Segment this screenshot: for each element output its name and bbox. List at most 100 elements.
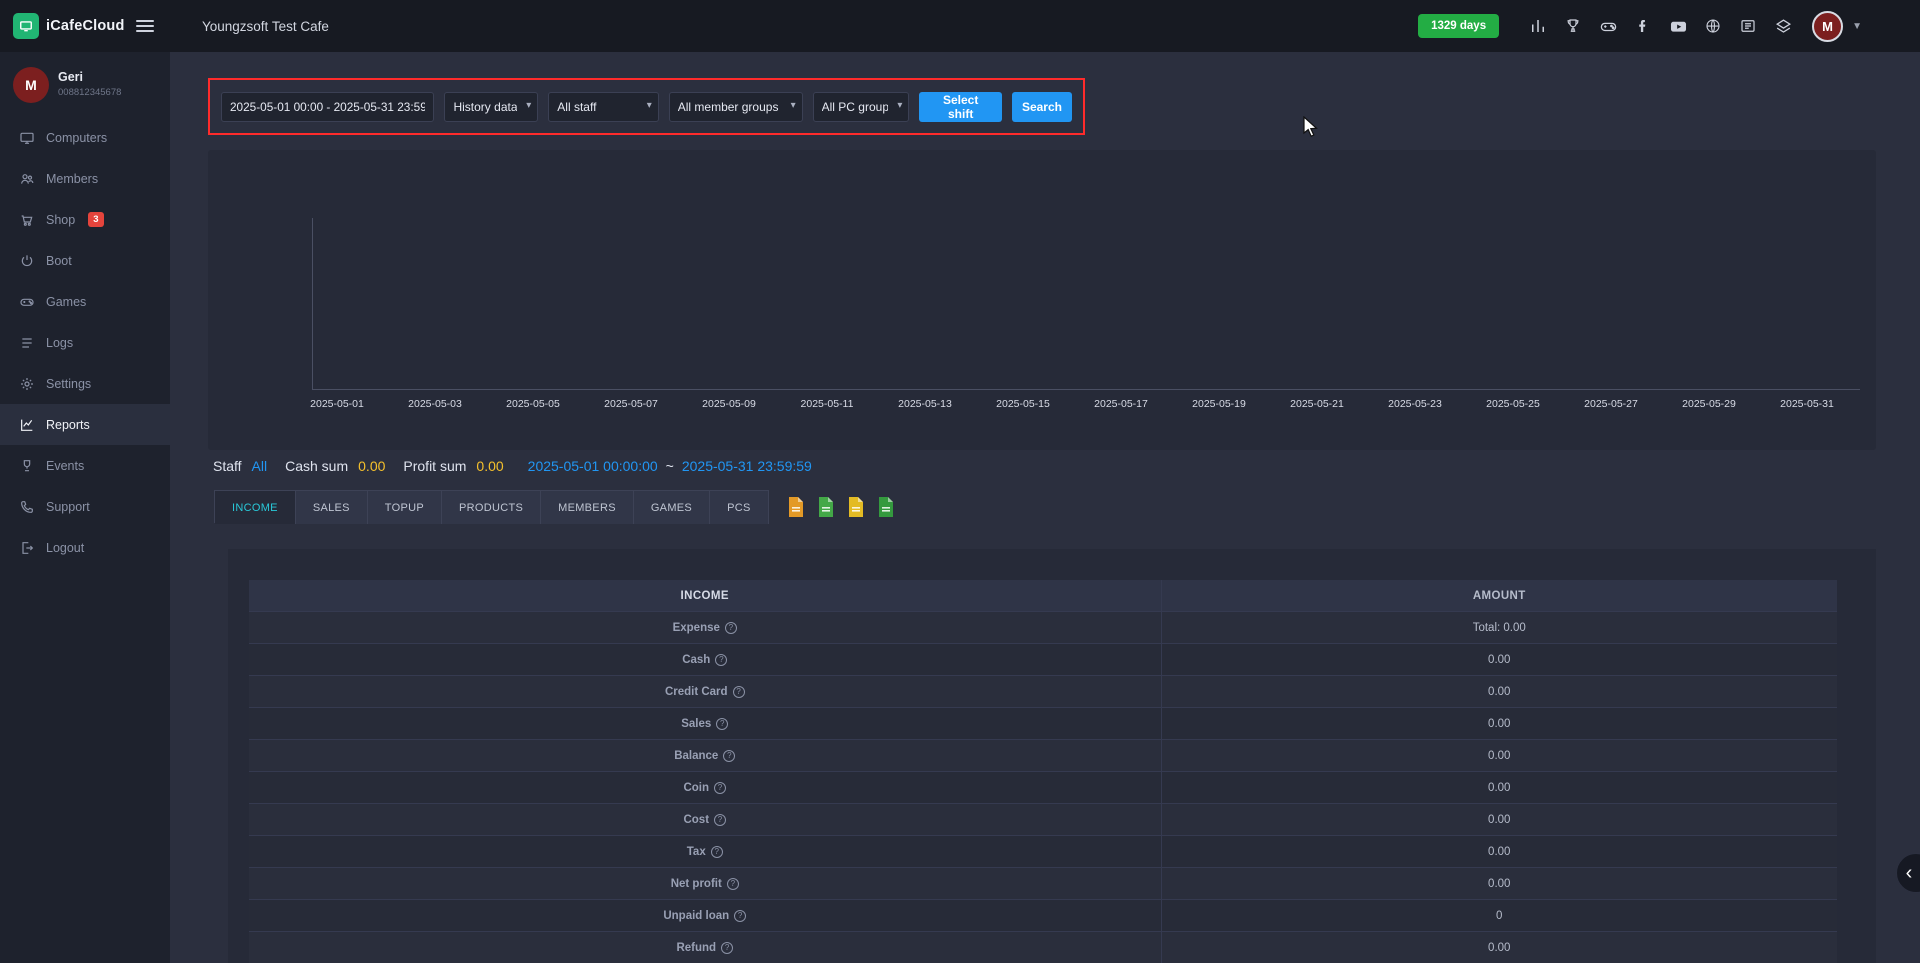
- row-amount: 0.00: [1161, 644, 1838, 675]
- table-row: Tax? 0.00: [249, 836, 1837, 868]
- sidebar-item-label: Reports: [46, 418, 90, 432]
- computers-icon: [19, 130, 35, 146]
- income-table: INCOME AMOUNT Expense? Total: 0.00 Cash?…: [249, 580, 1837, 963]
- sidebar-item-boot[interactable]: Boot: [0, 240, 170, 281]
- date-range-input[interactable]: [221, 92, 434, 122]
- income-chart: 2025-05-01 2025-05-03 2025-05-05 2025-05…: [208, 150, 1876, 450]
- x-axis-label: 2025-05-21: [1268, 398, 1366, 410]
- x-axis-label: 2025-05-05: [484, 398, 582, 410]
- x-axis-label: 2025-05-01: [288, 398, 386, 410]
- layers-icon[interactable]: [1773, 16, 1793, 36]
- export-xls-icon[interactable]: [848, 497, 864, 517]
- sidebar-item-shop[interactable]: Shop 3: [0, 199, 170, 240]
- x-axis-label: 2025-05-09: [680, 398, 778, 410]
- settings-icon: [19, 376, 35, 392]
- chart-y-axis: [312, 218, 313, 389]
- x-axis-label: 2025-05-13: [876, 398, 974, 410]
- info-icon[interactable]: ?: [721, 942, 733, 954]
- sidebar-item-label: Settings: [46, 377, 91, 391]
- sidebar-item-logout[interactable]: Logout: [0, 527, 170, 568]
- x-axis-label: 2025-05-17: [1072, 398, 1170, 410]
- row-amount: 0.00: [1161, 836, 1838, 867]
- collapse-chevron-icon: ‹: [1906, 862, 1913, 885]
- discord-icon[interactable]: [1598, 16, 1618, 36]
- report-tabs-row: INCOME SALES TOPUP PRODUCTS MEMBERS GAME…: [214, 490, 894, 523]
- period-separator: ~: [666, 458, 674, 474]
- info-icon[interactable]: ?: [716, 718, 728, 730]
- youtube-icon[interactable]: [1668, 16, 1688, 36]
- sidebar-item-members[interactable]: Members: [0, 158, 170, 199]
- facebook-icon[interactable]: [1633, 16, 1653, 36]
- sidebar-nav: Computers Members Shop 3 Boot Games Logs…: [0, 117, 170, 568]
- news-icon[interactable]: [1738, 16, 1758, 36]
- tab-income[interactable]: INCOME: [215, 491, 296, 524]
- sidebar-item-events[interactable]: Events: [0, 445, 170, 486]
- sidebar-item-settings[interactable]: Settings: [0, 363, 170, 404]
- info-icon[interactable]: ?: [711, 846, 723, 858]
- sidebar-item-support[interactable]: Support: [0, 486, 170, 527]
- sidebar-item-label: Computers: [46, 131, 107, 145]
- export-pdf-icon[interactable]: [788, 497, 804, 517]
- tab-games[interactable]: GAMES: [634, 491, 710, 524]
- info-icon[interactable]: ?: [725, 622, 737, 634]
- sidebar-item-reports[interactable]: Reports: [0, 404, 170, 445]
- table-row: Expense? Total: 0.00: [249, 612, 1837, 644]
- sidebar-item-label: Events: [46, 459, 84, 473]
- row-amount: 0.00: [1161, 708, 1838, 739]
- pc-groups-select[interactable]: All PC groups: [813, 92, 910, 122]
- cafe-name: Youngzsoft Test Cafe: [202, 19, 329, 34]
- select-shift-button[interactable]: Select shift: [919, 92, 1002, 122]
- tab-members[interactable]: MEMBERS: [541, 491, 634, 524]
- app-logo[interactable]: iCafeCloud: [13, 13, 125, 39]
- info-icon[interactable]: ?: [733, 686, 745, 698]
- x-axis-label: 2025-05-19: [1170, 398, 1268, 410]
- tab-pcs[interactable]: PCS: [710, 491, 769, 524]
- staff-select[interactable]: All staff: [548, 92, 658, 122]
- income-table-panel: INCOME AMOUNT Expense? Total: 0.00 Cash?…: [228, 549, 1876, 963]
- row-label: Unpaid loan: [663, 910, 729, 922]
- sidebar-item-logs[interactable]: Logs: [0, 322, 170, 363]
- info-icon[interactable]: ?: [714, 814, 726, 826]
- data-type-select[interactable]: History data: [444, 92, 538, 122]
- sidebar-item-computers[interactable]: Computers: [0, 117, 170, 158]
- table-row: Cash? 0.00: [249, 644, 1837, 676]
- member-groups-select[interactable]: All member groups: [669, 92, 803, 122]
- x-axis-label: 2025-05-03: [386, 398, 484, 410]
- user-avatar[interactable]: M: [1812, 11, 1843, 42]
- info-icon[interactable]: ?: [714, 782, 726, 794]
- staff-select-wrap: All staff: [548, 92, 658, 122]
- x-axis-label: 2025-05-11: [778, 398, 876, 410]
- row-label: Cost: [683, 814, 709, 826]
- sidebar-user-id: 008812345678: [58, 87, 121, 98]
- export-xlsx-icon[interactable]: [878, 497, 894, 517]
- staff-label: Staff: [213, 458, 242, 474]
- info-icon[interactable]: ?: [723, 750, 735, 762]
- x-axis-label: 2025-05-27: [1562, 398, 1660, 410]
- stats-icon[interactable]: [1528, 16, 1548, 36]
- logout-icon: [19, 540, 35, 556]
- info-icon[interactable]: ?: [734, 910, 746, 922]
- export-csv-icon[interactable]: [818, 497, 834, 517]
- search-button[interactable]: Search: [1012, 92, 1072, 122]
- subscription-days-badge[interactable]: 1329 days: [1418, 14, 1499, 38]
- x-axis-label: 2025-05-29: [1660, 398, 1758, 410]
- tab-sales[interactable]: SALES: [296, 491, 368, 524]
- row-label: Balance: [674, 750, 718, 762]
- globe-icon[interactable]: [1703, 16, 1723, 36]
- x-axis-label: 2025-05-07: [582, 398, 680, 410]
- info-icon[interactable]: ?: [715, 654, 727, 666]
- tab-products[interactable]: PRODUCTS: [442, 491, 541, 524]
- sidebar-item-games[interactable]: Games: [0, 281, 170, 322]
- menu-toggle-icon[interactable]: [136, 17, 154, 35]
- trophy-icon[interactable]: [1563, 16, 1583, 36]
- logs-icon: [19, 335, 35, 351]
- export-buttons: [788, 497, 894, 517]
- sidebar-item-label: Boot: [46, 254, 72, 268]
- profit-sum-label: Profit sum: [403, 458, 466, 474]
- sidebar-user-block: M Geri 008812345678: [0, 52, 170, 115]
- info-icon[interactable]: ?: [727, 878, 739, 890]
- tab-topup[interactable]: TOPUP: [368, 491, 442, 524]
- chevron-down-icon[interactable]: ▼: [1852, 21, 1862, 32]
- main-content: History data All staff All member groups…: [170, 52, 1920, 963]
- cash-sum-value: 0.00: [358, 458, 385, 474]
